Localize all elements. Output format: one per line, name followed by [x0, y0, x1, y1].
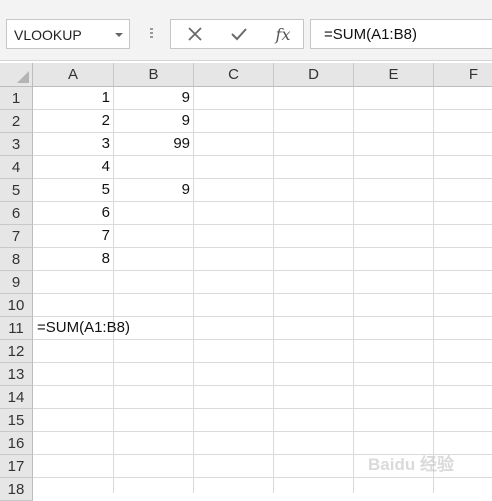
cell-b5[interactable]: 9 — [114, 179, 194, 201]
column-header-c[interactable]: C — [194, 63, 274, 87]
row-header-18[interactable]: 18 — [0, 478, 33, 501]
row-header-2[interactable]: 2 — [0, 110, 33, 133]
row-header-13[interactable]: 13 — [0, 363, 33, 386]
row-header-16[interactable]: 16 — [0, 432, 33, 455]
cell-a6[interactable]: 6 — [34, 202, 114, 224]
spreadsheet-grid: A B C D E F 1 2 3 4 5 6 7 8 9 10 11 12 1… — [0, 63, 492, 501]
column-header-a[interactable]: A — [33, 63, 114, 87]
watermark-logo: Baidu 经验 — [368, 448, 486, 474]
enter-button[interactable] — [217, 20, 261, 48]
close-icon — [188, 27, 202, 41]
row-header-5[interactable]: 5 — [0, 179, 33, 202]
gridline — [33, 408, 492, 409]
row-header-15[interactable]: 15 — [0, 409, 33, 432]
row-header-7[interactable]: 7 — [0, 225, 33, 248]
cell-a4[interactable]: 4 — [34, 156, 114, 178]
row-header-3[interactable]: 3 — [0, 133, 33, 156]
formula-input[interactable]: =SUM(A1:B8) — [310, 19, 492, 49]
function-icon: fx — [275, 24, 291, 44]
cancel-button[interactable] — [173, 20, 217, 48]
column-header-f[interactable]: F — [434, 63, 492, 87]
row-header-6[interactable]: 6 — [0, 202, 33, 225]
insert-function-button[interactable]: fx — [261, 20, 305, 48]
cell-a1[interactable]: 1 — [34, 87, 114, 109]
cell-a11[interactable]: =SUM(A1:B8) — [37, 317, 187, 339]
formula-bar: VLOOKUP fx =SUM(A1:B8) — [0, 6, 492, 61]
row-header-9[interactable]: 9 — [0, 271, 33, 294]
gridline — [33, 385, 492, 386]
gridline — [273, 87, 274, 493]
name-box[interactable]: VLOOKUP — [6, 19, 130, 49]
gridline — [33, 270, 492, 271]
row-header-8[interactable]: 8 — [0, 248, 33, 271]
column-header-d[interactable]: D — [274, 63, 354, 87]
gridline — [33, 339, 492, 340]
name-box-dropdown-icon[interactable] — [115, 33, 123, 37]
column-header-e[interactable]: E — [354, 63, 434, 87]
row-header-10[interactable]: 10 — [0, 294, 33, 317]
column-header-b[interactable]: B — [114, 63, 194, 87]
gridline — [433, 87, 434, 493]
cell-a8[interactable]: 8 — [34, 248, 114, 270]
gridline — [33, 477, 492, 478]
row-header-12[interactable]: 12 — [0, 340, 33, 363]
row-header-17[interactable]: 17 — [0, 455, 33, 478]
row-header-14[interactable]: 14 — [0, 386, 33, 409]
gridline — [33, 362, 492, 363]
cell-a2[interactable]: 2 — [34, 110, 114, 132]
gridline — [33, 293, 492, 294]
gridline — [353, 87, 354, 493]
cell-a3[interactable]: 3 — [34, 133, 114, 155]
cell-a5[interactable]: 5 — [34, 179, 114, 201]
row-header-4[interactable]: 4 — [0, 156, 33, 179]
checkmark-icon — [231, 28, 247, 41]
cell-b2[interactable]: 9 — [114, 110, 194, 132]
name-box-value: VLOOKUP — [14, 27, 82, 43]
select-all-button[interactable] — [0, 63, 33, 87]
formula-text: =SUM(A1:B8) — [324, 26, 417, 43]
gridline — [33, 431, 492, 432]
resize-grip-icon[interactable] — [150, 28, 153, 42]
cell-b3[interactable]: 99 — [114, 133, 194, 155]
formula-buttons: fx — [170, 19, 304, 49]
row-header-1[interactable]: 1 — [0, 87, 33, 110]
watermark-text: Baidu 经验 — [368, 455, 454, 474]
cell-b1[interactable]: 9 — [114, 87, 194, 109]
cell-a7[interactable]: 7 — [34, 225, 114, 247]
row-header-11[interactable]: 11 — [0, 317, 33, 340]
